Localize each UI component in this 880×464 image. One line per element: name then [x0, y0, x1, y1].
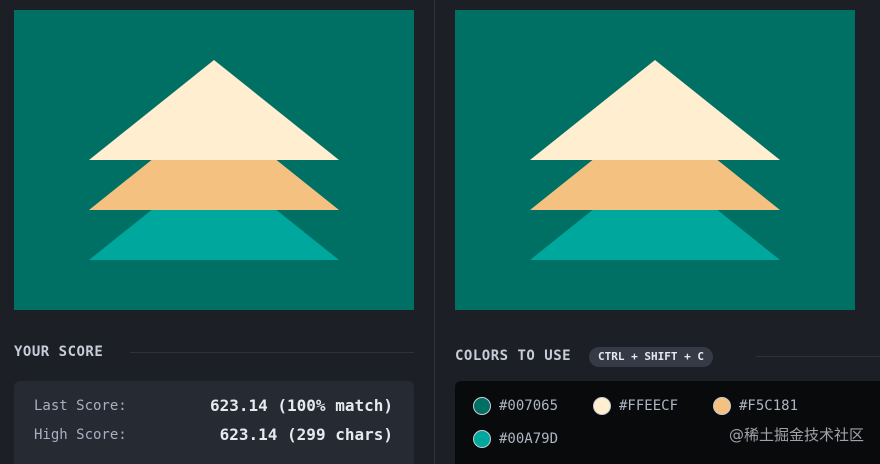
output-preview[interactable] — [14, 10, 414, 310]
panel-divider — [434, 0, 435, 464]
high-score-row: High Score: 623.14 (299 chars) — [34, 425, 393, 447]
high-score-label: High Score: — [34, 427, 127, 443]
last-score-label: Last Score: — [34, 398, 127, 414]
last-score-row: Last Score: 623.14 (100% match) — [34, 396, 393, 418]
colors-section-title: COLORS TO USE — [455, 348, 572, 364]
color-hex-label[interactable]: #FFEECF — [619, 398, 678, 414]
high-score-value: 623.14 (299 chars) — [219, 425, 393, 444]
colors-panel: #007065 #FFEECF #F5C181 #00A79D — [455, 381, 880, 464]
color-swatch[interactable] — [593, 397, 611, 415]
output-svg — [14, 10, 414, 310]
color-swatch[interactable] — [473, 397, 491, 415]
colors-section-rule — [756, 356, 880, 357]
color-item[interactable]: #007065 — [473, 395, 558, 417]
score-section-rule — [130, 352, 414, 353]
score-section-title: YOUR SCORE — [14, 344, 104, 360]
target-preview — [455, 10, 855, 310]
watermark: @稀土掘金技术社区 — [728, 426, 864, 444]
last-score-value: 623.14 (100% match) — [209, 396, 393, 415]
color-item[interactable]: #00A79D — [473, 428, 558, 450]
color-hex-label[interactable]: #00A79D — [499, 431, 558, 447]
color-item[interactable]: #FFEECF — [593, 395, 678, 417]
score-panel: Last Score: 623.14 (100% match) High Sco… — [14, 381, 414, 464]
target-svg — [455, 10, 855, 310]
color-item[interactable]: #F5C181 — [713, 395, 798, 417]
color-swatch[interactable] — [473, 430, 491, 448]
color-hex-label[interactable]: #F5C181 — [739, 398, 798, 414]
color-swatch[interactable] — [713, 397, 731, 415]
copy-colors-shortcut-badge: CTRL + SHIFT + C — [589, 347, 713, 367]
color-hex-label[interactable]: #007065 — [499, 398, 558, 414]
